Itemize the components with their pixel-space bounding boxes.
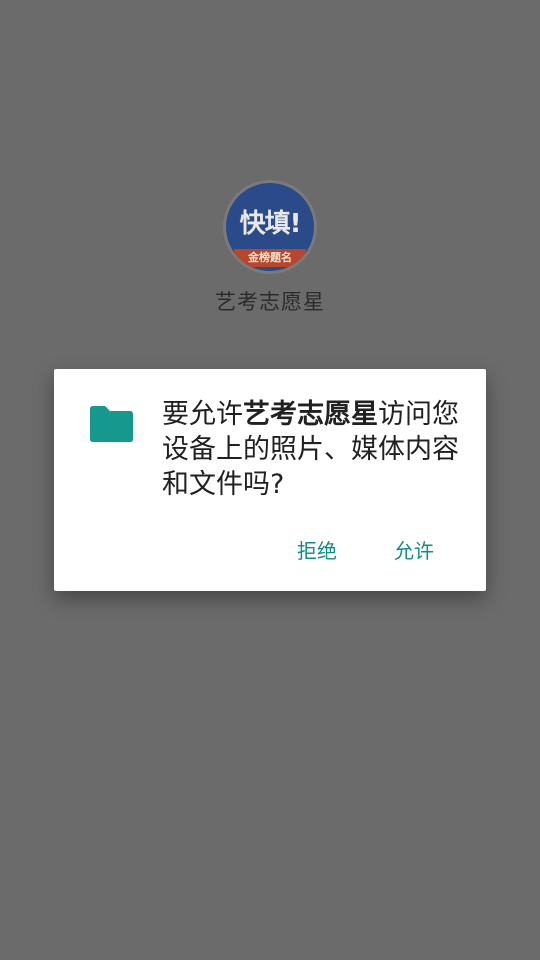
message-app-name: 艺考志愿星 <box>243 399 378 430</box>
splash: 快填! 金榜题名 艺考志愿星 <box>0 180 540 316</box>
app-name: 艺考志愿星 <box>215 290 325 314</box>
folder-icon <box>90 406 133 442</box>
permission-dialog: 要允许艺考志愿星访问您设备上的照片、媒体内容和文件吗? 拒绝 允许 <box>54 369 486 591</box>
logo-main-text: 快填! <box>239 209 302 239</box>
allow-button[interactable]: 允许 <box>394 535 434 564</box>
message-prefix: 要允许 <box>162 399 243 430</box>
app-logo: 快填! 金榜题名 <box>223 180 317 274</box>
dialog-message: 要允许艺考志愿星访问您设备上的照片、媒体内容和文件吗? <box>162 397 472 502</box>
screen: 快填! 金榜题名 艺考志愿星 要允许艺考志愿星访问您设备上的照片、媒体内容和文件… <box>0 0 540 960</box>
logo-ribbon-text: 金榜题名 <box>234 249 306 267</box>
deny-button[interactable]: 拒绝 <box>297 535 337 564</box>
